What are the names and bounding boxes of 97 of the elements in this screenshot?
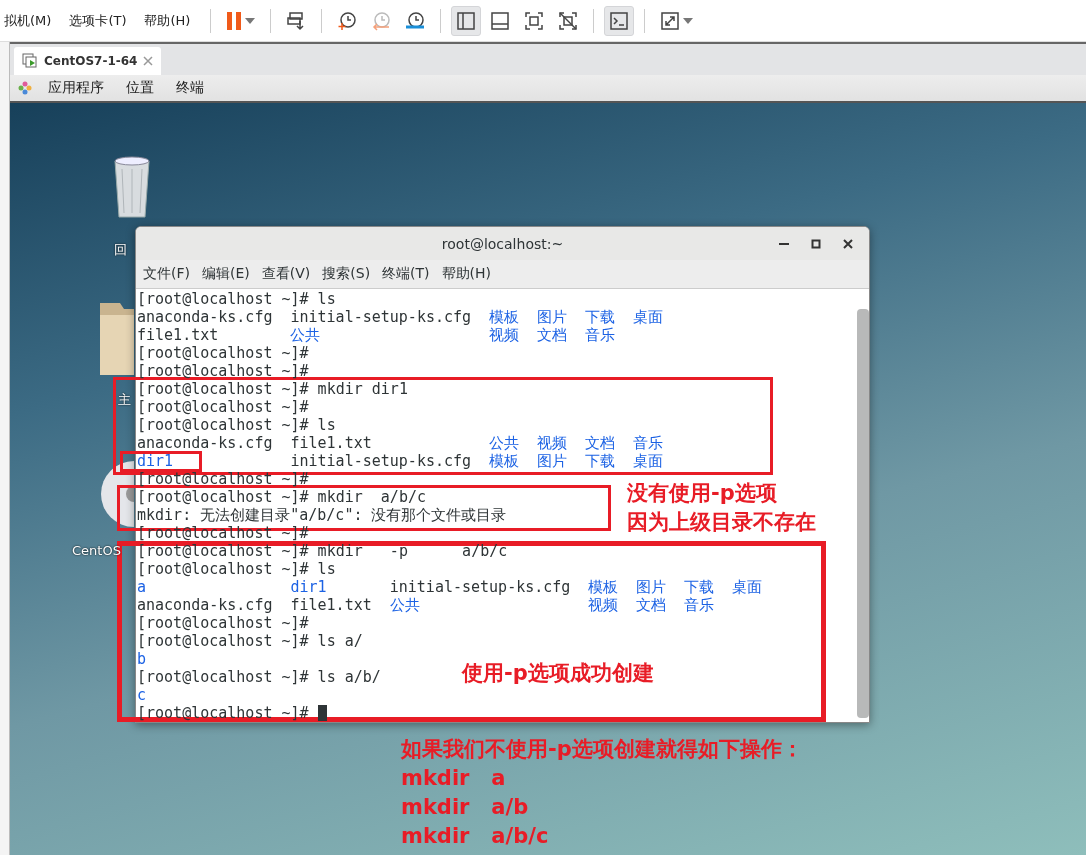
file-name: 音乐 <box>585 326 616 344</box>
file-name: dir1 <box>137 452 174 470</box>
file-name: 文档 <box>636 596 667 614</box>
top-bar-menu[interactable]: 位置 <box>120 79 160 97</box>
clock-plus-icon <box>337 10 358 31</box>
terminal-icon <box>609 10 630 31</box>
file-name: 视频 <box>537 434 568 452</box>
file-name: 公共 <box>489 434 520 452</box>
file-name: 下载 <box>684 578 715 596</box>
scrollbar-thumb[interactable] <box>857 309 869 718</box>
expand-icon <box>660 10 681 31</box>
menu-item[interactable]: 搜索(S) <box>318 265 375 284</box>
crossed-window-icon <box>558 10 579 31</box>
maximize-icon <box>811 239 821 249</box>
file-name: anaconda-ks.cfg <box>137 308 273 326</box>
file-name: file1.txt <box>290 596 372 614</box>
flower-logo-icon <box>18 81 32 95</box>
annotation-text: 没有使用-p选项 <box>627 480 778 507</box>
menu-item[interactable]: 帮助(H) <box>140 7 201 34</box>
annotation-text: 如果我们不使用-p选项创建就得如下操作： <box>401 736 803 763</box>
menu-item[interactable]: 编辑(E) <box>198 265 254 284</box>
menu-item[interactable]: 选项卡(T) <box>65 7 137 34</box>
minimize-icon <box>779 243 789 245</box>
terminal-line: [root@localhost ~]# ls a/b/ <box>137 668 381 686</box>
file-name: 文档 <box>585 434 616 452</box>
annotation-text: 使用-p选项成功创建 <box>462 660 654 687</box>
terminal-line: b <box>137 650 147 668</box>
terminal-line: [root@localhost ~]# <box>137 398 309 416</box>
file-name: 音乐 <box>633 434 664 452</box>
file-name: 图片 <box>537 308 568 326</box>
terminal-line: [root@localhost ~]# <box>137 344 309 362</box>
menu-item[interactable]: 查看(V) <box>257 265 315 284</box>
file-name: anaconda-ks.cfg <box>137 434 273 452</box>
terminal-line: [root@localhost ~]# ls <box>137 290 336 308</box>
vm-icon <box>22 53 38 69</box>
file-name: dir1 <box>290 578 327 596</box>
icon-label: 回 <box>114 241 127 259</box>
file-name: 桌面 <box>732 578 763 596</box>
terminal-line: [root@localhost ~]# ls <box>137 560 336 578</box>
file-name: 桌面 <box>633 452 664 470</box>
terminal-line: [root@localhost ~]# mkdir a/b/c <box>137 488 426 506</box>
icon-label: 主 <box>118 391 131 409</box>
file-name: initial-setup-ks.cfg <box>290 452 472 470</box>
file-name: 音乐 <box>684 596 715 614</box>
file-name: file1.txt <box>290 434 372 452</box>
menu-item[interactable]: 帮助(H) <box>437 265 496 284</box>
file-name: 模板 <box>588 578 619 596</box>
terminal-line: [root@localhost ~]# <box>137 614 309 632</box>
file-name: 公共 <box>389 596 420 614</box>
file-name: initial-setup-ks.cfg <box>389 578 571 596</box>
file-name: 模板 <box>489 452 520 470</box>
window-title: root@localhost:~ <box>441 235 564 252</box>
toolbar-button[interactable] <box>604 5 635 36</box>
file-name: 视频 <box>588 596 619 614</box>
annotation-text: mkdir a/b <box>401 794 530 821</box>
file-name: 下载 <box>585 308 616 326</box>
caret-icon <box>245 17 256 24</box>
menu-item[interactable]: 文件(F) <box>139 265 194 284</box>
file-name: 视频 <box>489 326 520 344</box>
file-name: 图片 <box>537 452 568 470</box>
menu-item[interactable]: 拟机(M) <box>0 7 62 34</box>
file-name: a <box>137 578 147 596</box>
toolbar-button[interactable] <box>451 5 482 36</box>
caret-icon <box>683 17 694 24</box>
file-name: 文档 <box>537 326 568 344</box>
file-name: 下载 <box>585 452 616 470</box>
sidebar-layout-icon <box>456 10 477 31</box>
file-name: file1.txt <box>137 326 219 344</box>
panel-layout-icon <box>490 10 511 31</box>
trash-bin-icon <box>112 155 152 219</box>
menu-item[interactable]: 终端(T) <box>378 265 434 284</box>
folder-icon <box>100 303 134 375</box>
close-icon[interactable] <box>143 56 154 66</box>
terminal-line: [root@localhost ~]# ls <box>137 416 336 434</box>
pause-icon <box>226 10 243 31</box>
terminal-line: mkdir: 无法创建目录"a/b/c": 没有那个文件或目录 <box>137 506 507 524</box>
fullscreen-icon <box>524 10 545 31</box>
file-name: initial-setup-ks.cfg <box>290 308 472 326</box>
file-name: anaconda-ks.cfg <box>137 596 273 614</box>
terminal-line: [root@localhost ~]# mkdir -p a/b/c <box>137 542 508 560</box>
monitor-arrow-icon <box>286 10 307 31</box>
terminal-line: [root@localhost ~]# ls a/ <box>137 632 363 650</box>
annotation-text: mkdir a/b/c <box>401 823 550 850</box>
vm-tab[interactable]: CentOS7-1-64 <box>14 47 162 75</box>
annotation-text: 因为上级目录不存在 <box>627 509 816 536</box>
top-bar-menu[interactable]: 应用程序 <box>42 79 110 97</box>
file-name: 桌面 <box>633 308 664 326</box>
close-icon <box>843 239 853 249</box>
annotation-text: mkdir a <box>401 765 507 792</box>
top-bar-menu[interactable]: 终端 <box>170 79 210 97</box>
terminal-line: [root@localhost ~]# mkdir dir1 <box>137 380 408 398</box>
terminal-line: [root@localhost ~]# <box>137 470 309 488</box>
file-name: 公共 <box>290 326 321 344</box>
file-name: 模板 <box>489 308 520 326</box>
terminal-line: [root@localhost ~]# <box>137 362 309 380</box>
file-name: 图片 <box>636 578 667 596</box>
terminal-line: c <box>137 686 147 704</box>
